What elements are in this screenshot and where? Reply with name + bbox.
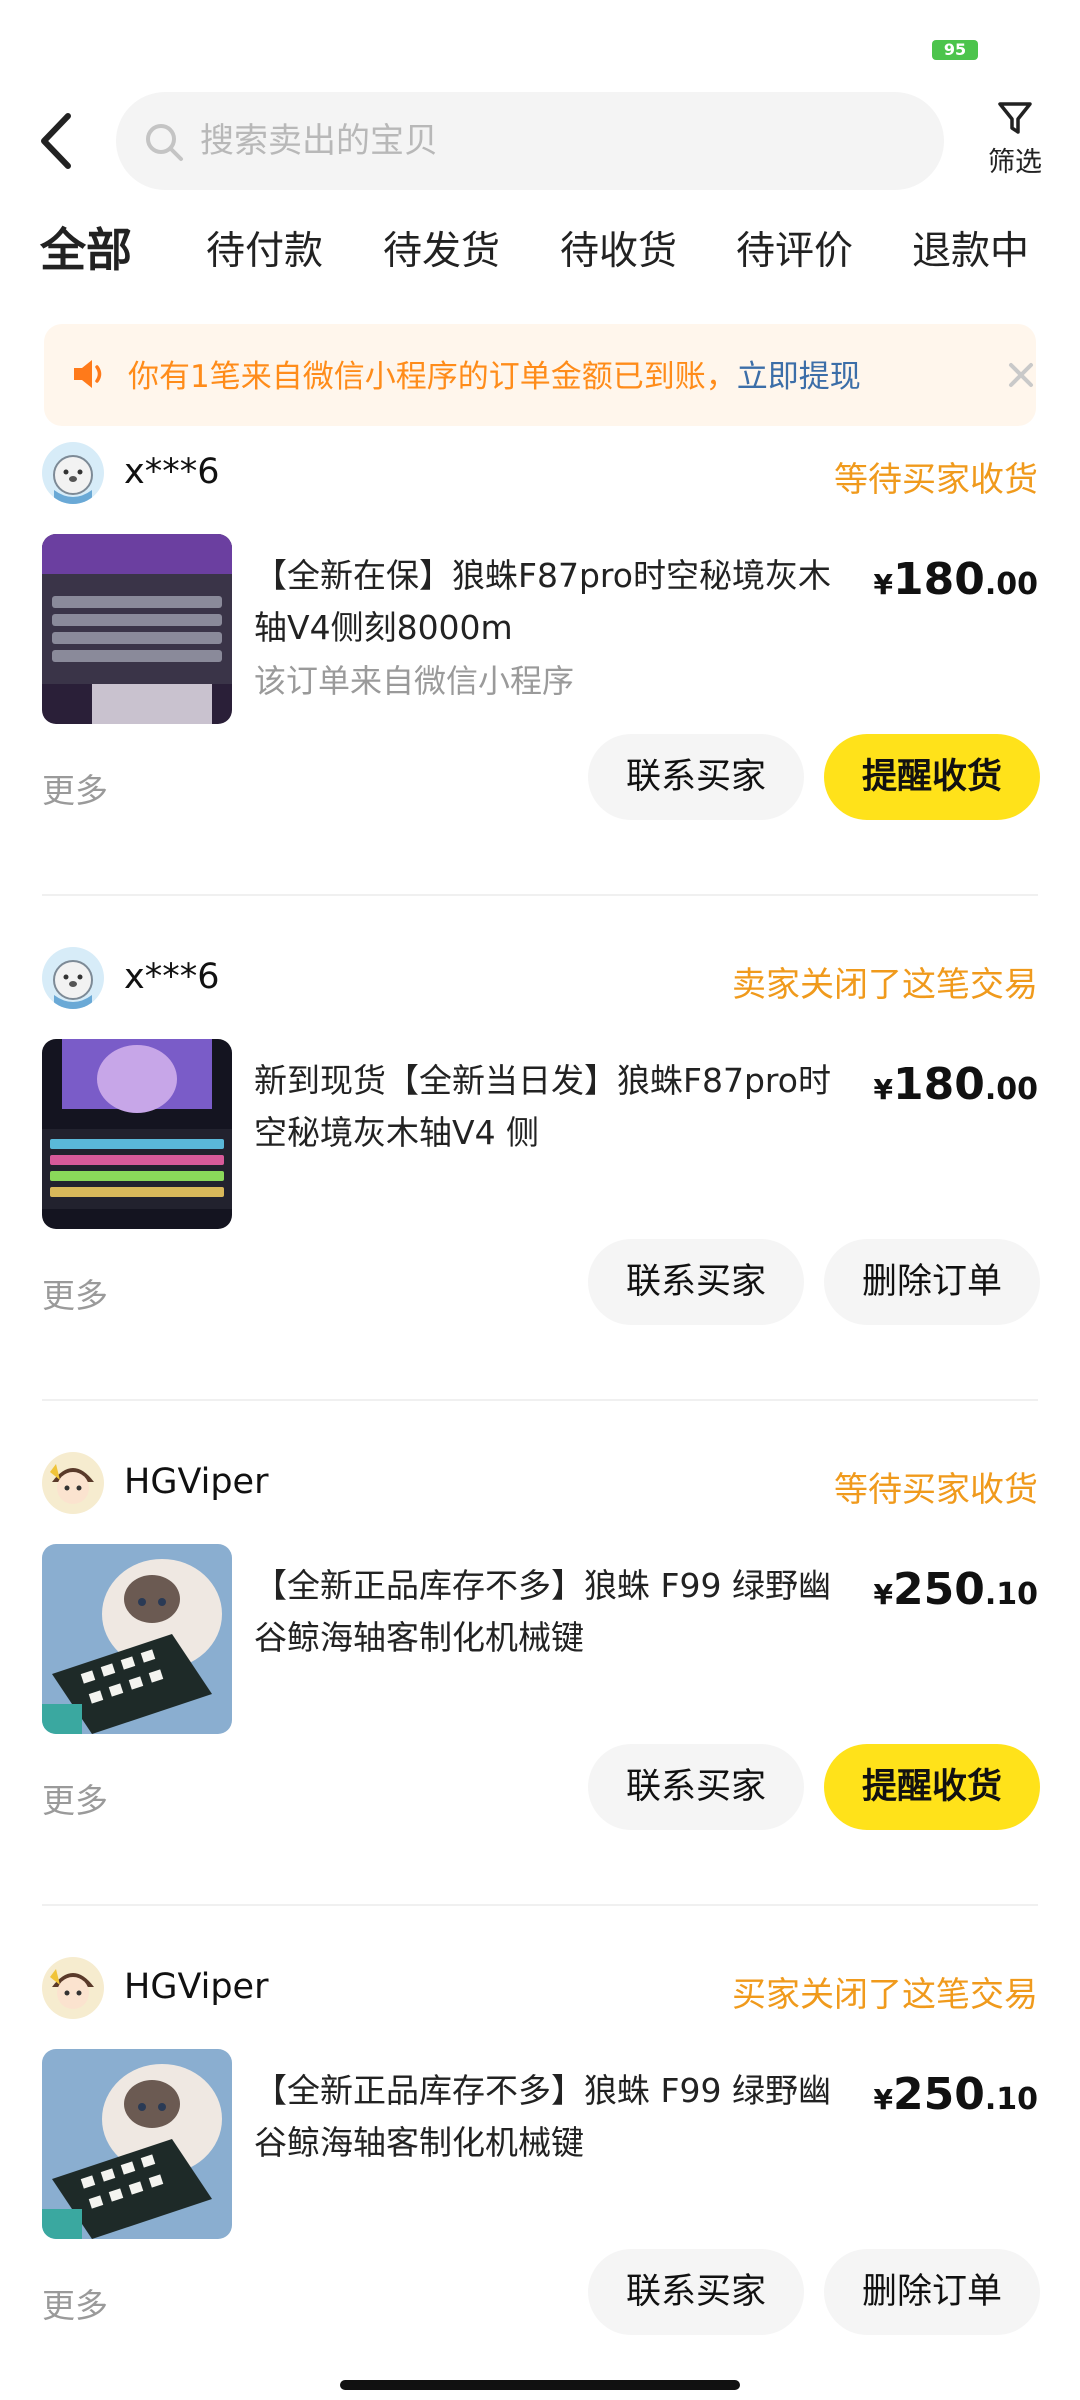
order-price: ¥180.00 — [874, 554, 1039, 605]
home-indicator[interactable] — [340, 2380, 740, 2390]
top-bar: 筛选 — [0, 86, 1080, 196]
payout-notice-banner: 你有1笔来自微信小程序的订单金额已到账，立即提现 — [44, 324, 1036, 426]
price-integer: 180 — [892, 554, 985, 605]
order-card: x***6 卖家关闭了这笔交易 新到现货【全新当日发】狼蛛F87pro时空秘境灰… — [0, 947, 1080, 1452]
chevron-left-icon — [41, 113, 71, 169]
status-bar: 95 — [0, 0, 1080, 80]
price-integer: 250 — [892, 2069, 985, 2120]
tab-pending-receipt[interactable]: 待收货 — [560, 220, 677, 276]
tab-pending-review[interactable]: 待评价 — [736, 220, 853, 276]
tab-pending-payment[interactable]: 待付款 — [206, 220, 323, 276]
order-price: ¥180.00 — [874, 1059, 1039, 1110]
more-button[interactable]: 更多 — [42, 2279, 108, 2327]
remind-receipt-button[interactable]: 提醒收货 — [824, 734, 1040, 820]
search-input[interactable] — [200, 106, 920, 176]
close-icon — [1009, 363, 1033, 387]
seal-avatar-icon — [42, 947, 104, 1009]
product-thumbnail[interactable] — [42, 2049, 232, 2239]
price-decimal: .00 — [984, 1072, 1038, 1107]
price-currency: ¥ — [873, 1578, 893, 1611]
order-card: HGViper 等待买家收货 【全新正品库存不多】狼蛛 F99 绿野幽谷鲸海轴客… — [0, 1452, 1080, 1957]
filter-button[interactable]: 筛选 — [970, 94, 1060, 194]
order-status: 等待买家收货 — [834, 1470, 1038, 1510]
filter-label: 筛选 — [988, 147, 1042, 178]
product-title[interactable]: 【全新正品库存不多】狼蛛 F99 绿野幽谷鲸海轴客制化机械键 — [254, 2065, 854, 2169]
order-price: ¥250.10 — [874, 2069, 1039, 2120]
contact-buyer-button[interactable]: 联系买家 — [588, 1239, 804, 1325]
price-currency: ¥ — [873, 2083, 893, 2116]
contact-buyer-button[interactable]: 联系买家 — [588, 734, 804, 820]
anime-avatar-icon — [42, 1957, 104, 2019]
buyer-avatar[interactable] — [42, 1452, 104, 1514]
order-card: x***6 等待买家收货 【全新在保】狼蛛F87pro时空秘境灰木轴V4侧刻80… — [0, 442, 1080, 947]
order-source-note: 该订单来自微信小程序 — [254, 662, 575, 700]
cat-keyboard-photo — [42, 2049, 232, 2239]
close-notice-button[interactable] — [1004, 358, 1038, 392]
remind-receipt-button[interactable]: 提醒收货 — [824, 1744, 1040, 1830]
more-button[interactable]: 更多 — [42, 764, 108, 812]
order-tabs: 全部 待付款 待发货 待收货 待评价 退款中 — [0, 206, 1080, 294]
order-status: 等待买家收货 — [834, 460, 1038, 500]
back-button[interactable] — [36, 106, 96, 176]
filter-icon — [998, 102, 1032, 134]
tab-label: 全部 — [40, 223, 132, 277]
product-thumbnail[interactable] — [42, 534, 232, 724]
order-card: HGViper 买家关闭了这笔交易 【全新正品库存不多】狼蛛 F99 绿野幽谷鲸… — [0, 1957, 1080, 2400]
product-thumbnail[interactable] — [42, 1544, 232, 1734]
buyer-name: x***6 — [124, 452, 220, 492]
delete-order-button[interactable]: 删除订单 — [824, 2249, 1040, 2335]
tab-pending-shipment[interactable]: 待发货 — [383, 220, 500, 276]
tab-all[interactable]: 全部 — [36, 214, 136, 280]
battery-indicator: 95 — [932, 40, 978, 60]
keyboard-photo — [42, 1039, 232, 1229]
price-currency: ¥ — [873, 568, 893, 601]
order-divider — [42, 894, 1038, 896]
withdraw-now-link[interactable]: 立即提现 — [737, 359, 861, 395]
contact-buyer-button[interactable]: 联系买家 — [588, 2249, 804, 2335]
price-decimal: .00 — [984, 567, 1038, 602]
buyer-name: HGViper — [124, 1462, 269, 1502]
order-status: 买家关闭了这笔交易 — [732, 1975, 1038, 2015]
price-currency: ¥ — [873, 1073, 893, 1106]
contact-buyer-button[interactable]: 联系买家 — [588, 1744, 804, 1830]
buyer-avatar[interactable] — [42, 947, 104, 1009]
price-integer: 180 — [892, 1059, 985, 1110]
anime-avatar-icon — [42, 1452, 104, 1514]
order-status: 卖家关闭了这笔交易 — [732, 965, 1038, 1005]
buyer-avatar[interactable] — [42, 1957, 104, 2019]
product-title[interactable]: 【全新正品库存不多】狼蛛 F99 绿野幽谷鲸海轴客制化机械键 — [254, 1560, 854, 1664]
more-button[interactable]: 更多 — [42, 1774, 108, 1822]
buyer-name: x***6 — [124, 957, 220, 997]
order-divider — [42, 1904, 1038, 1906]
speaker-icon — [74, 360, 102, 388]
search-box[interactable] — [116, 92, 944, 190]
price-integer: 250 — [892, 1564, 985, 1615]
price-decimal: .10 — [984, 1577, 1038, 1612]
keyboard-photo — [42, 534, 232, 724]
seal-avatar-icon — [42, 442, 104, 504]
buyer-avatar[interactable] — [42, 442, 104, 504]
notice-text: 你有1笔来自微信小程序的订单金额已到账， — [128, 359, 737, 395]
order-price: ¥250.10 — [874, 1564, 1039, 1615]
price-decimal: .10 — [984, 2082, 1038, 2117]
product-title[interactable]: 新到现货【全新当日发】狼蛛F87pro时空秘境灰木轴V4 侧 — [254, 1055, 854, 1159]
search-icon — [146, 124, 183, 161]
delete-order-button[interactable]: 删除订单 — [824, 1239, 1040, 1325]
tab-refunding[interactable]: 退款中 — [912, 220, 1029, 276]
buyer-name: HGViper — [124, 1967, 269, 2007]
product-thumbnail[interactable] — [42, 1039, 232, 1229]
order-divider — [42, 1399, 1038, 1401]
cat-keyboard-photo — [42, 1544, 232, 1734]
more-button[interactable]: 更多 — [42, 1269, 108, 1317]
notice-text-wrap: 你有1笔来自微信小程序的订单金额已到账，立即提现 — [128, 351, 861, 396]
product-title[interactable]: 【全新在保】狼蛛F87pro时空秘境灰木轴V4侧刻8000m — [254, 550, 854, 654]
